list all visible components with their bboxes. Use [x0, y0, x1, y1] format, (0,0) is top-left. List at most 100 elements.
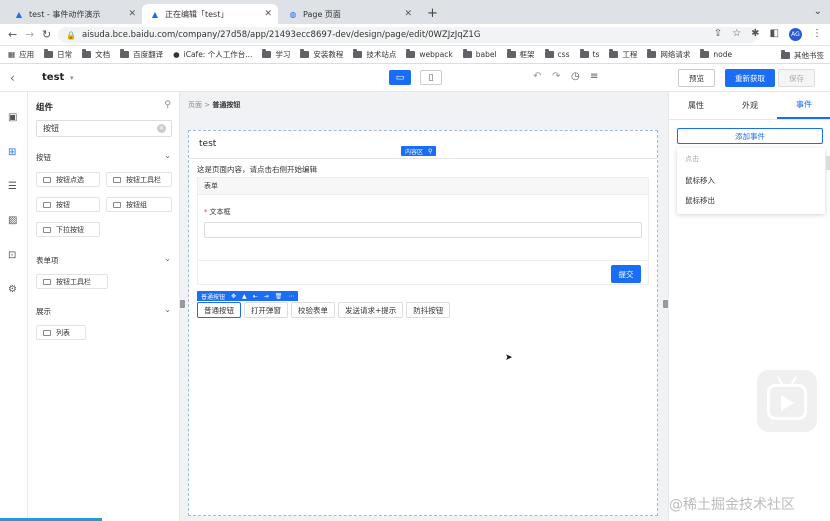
- share-icon[interactable]: ⇪: [714, 28, 722, 41]
- browser-tab-3[interactable]: ◍ Page 页面 ✕: [280, 4, 418, 24]
- scrollbar[interactable]: [826, 156, 830, 170]
- close-icon[interactable]: ✕: [264, 9, 272, 19]
- close-icon[interactable]: ✕: [404, 9, 412, 19]
- insert-before-icon[interactable]: ⇤: [253, 293, 258, 300]
- outline-icon[interactable]: ☰: [8, 181, 17, 192]
- component-item[interactable]: 列表: [36, 325, 86, 340]
- chevron-down-icon[interactable]: ⌄: [164, 151, 171, 160]
- menu-icon[interactable]: ≡: [590, 71, 598, 82]
- tab-events[interactable]: 事件: [777, 92, 830, 119]
- url-text: aisuda.bce.baidu.com/company/27d58/app/2…: [81, 30, 481, 40]
- bookmark-item[interactable]: css: [544, 49, 570, 59]
- bookmark-item[interactable]: babel: [462, 49, 497, 59]
- search-input[interactable]: 按钮 ✕: [36, 120, 172, 137]
- browser-tab-2[interactable]: ▲ 正在编辑「test」 ✕: [142, 4, 278, 24]
- bookmark-item[interactable]: 网络请求: [647, 49, 690, 60]
- dropdown-item-click[interactable]: 点击: [685, 154, 699, 164]
- history-icon[interactable]: ◷: [571, 71, 580, 82]
- dropdown-item-mouseenter[interactable]: 鼠标移入: [685, 175, 715, 186]
- refetch-button[interactable]: 重新获取: [725, 69, 775, 87]
- form[interactable]: 表单 * 文本框: [197, 177, 649, 285]
- extensions-icon[interactable]: ✱: [751, 28, 759, 41]
- mobile-view-button[interactable]: ▯: [420, 70, 442, 85]
- insert-after-icon[interactable]: ⇥: [264, 293, 269, 300]
- debounce-button[interactable]: 防抖按钮: [406, 302, 451, 318]
- dropdown-item-mouseleave[interactable]: 鼠标移出: [685, 195, 715, 206]
- menu-icon[interactable]: ⋮: [812, 28, 822, 41]
- browser-tab-1[interactable]: ▲ test - 事件动作演示 ✕: [6, 4, 142, 24]
- component-item[interactable]: 按钮组: [106, 197, 172, 212]
- settings-icon[interactable]: ⚙: [8, 284, 17, 295]
- save-button[interactable]: 保存: [778, 69, 815, 87]
- bookmark-item[interactable]: 百度翻译: [120, 49, 163, 60]
- page-content-text[interactable]: 这是页面内容，请点击右侧开始编辑: [197, 164, 317, 175]
- add-event-button[interactable]: 添加事件: [677, 128, 823, 144]
- tab-appearance[interactable]: 外观: [723, 92, 777, 119]
- desktop-view-button[interactable]: ▭: [389, 70, 411, 85]
- bookmark-item[interactable]: webpack: [406, 49, 453, 59]
- image-icon[interactable]: ▨: [8, 215, 17, 226]
- validate-form-button[interactable]: 校验表单: [291, 302, 335, 318]
- chevron-left-icon[interactable]: ‹: [10, 71, 15, 85]
- code-icon[interactable]: ⊡: [8, 250, 16, 261]
- redo-icon[interactable]: ↷: [552, 71, 560, 82]
- send-request-button[interactable]: 发送请求+提示: [338, 302, 404, 318]
- component-icon: [43, 201, 51, 208]
- chevron-down-icon[interactable]: ⌄: [164, 305, 171, 314]
- new-tab-icon[interactable]: +: [427, 6, 438, 21]
- more-icon[interactable]: ⋯: [288, 293, 294, 300]
- open-dialog-button[interactable]: 打开弹窗: [244, 302, 288, 318]
- component-item[interactable]: 按钮: [36, 197, 100, 212]
- reload-icon[interactable]: ↻: [42, 28, 51, 41]
- clear-icon[interactable]: ✕: [157, 124, 166, 133]
- bookmark-item[interactable]: node: [700, 49, 732, 59]
- component-item[interactable]: 按钮工具栏: [36, 274, 108, 289]
- resize-handle[interactable]: [180, 300, 185, 308]
- bookmark-item[interactable]: 技术站点: [353, 49, 396, 60]
- page-icon[interactable]: ▣: [8, 112, 17, 123]
- tab-properties[interactable]: 属性: [669, 92, 723, 119]
- pin-icon[interactable]: ⚲: [164, 100, 171, 110]
- bookmark-item[interactable]: 日常: [44, 49, 72, 60]
- move-icon[interactable]: ✥: [231, 293, 236, 300]
- components-icon[interactable]: ⊞: [8, 147, 16, 158]
- undo-icon[interactable]: ↶: [533, 71, 541, 82]
- submit-button[interactable]: 提交: [611, 265, 641, 283]
- preview-button[interactable]: 预览: [678, 69, 715, 87]
- folder-icon: [579, 49, 589, 58]
- bookmark-item[interactable]: 安装教程: [300, 49, 343, 60]
- bookmark-item[interactable]: ts: [579, 49, 599, 59]
- page-preview[interactable]: test 内容区 ⚲ 这是页面内容，请点击右侧开始编辑 表单 * 文本框 提交 普通…: [188, 130, 658, 516]
- bookmark-item[interactable]: 学习: [262, 49, 290, 60]
- bookmark-item[interactable]: ▦ 应用: [8, 49, 34, 60]
- breadcrumb-root[interactable]: 页面: [188, 101, 202, 109]
- sidebar-icon[interactable]: ◧: [770, 28, 779, 41]
- other-bookmarks[interactable]: 其他书签: [781, 50, 824, 61]
- chevron-down-icon[interactable]: ⌄: [814, 6, 822, 17]
- avatar[interactable]: AG: [789, 28, 802, 41]
- breadcrumb-current: 普通按钮: [212, 101, 241, 109]
- component-item[interactable]: 下拉按钮: [36, 222, 100, 237]
- bookmark-item[interactable]: 工程: [609, 49, 637, 60]
- bookmark-item[interactable]: ● iCafe: 个人工作台...: [173, 49, 252, 60]
- content-region-tag[interactable]: 内容区 ⚲: [401, 146, 437, 156]
- url-input[interactable]: 🔒 aisuda.bce.baidu.com/company/27d58/app…: [58, 27, 758, 43]
- delete-icon[interactable]: 🗑: [275, 293, 283, 300]
- chevron-down-icon[interactable]: ⌄: [164, 254, 171, 263]
- apps-icon: ▦: [8, 50, 16, 59]
- back-icon[interactable]: ←: [8, 28, 17, 41]
- chevron-down-icon[interactable]: ▾: [70, 74, 74, 82]
- preview-page-title[interactable]: test: [199, 139, 216, 149]
- star-icon[interactable]: ☆: [732, 28, 741, 41]
- forward-icon[interactable]: →: [25, 28, 34, 41]
- lock-icon[interactable]: ▲: [242, 293, 247, 300]
- text-field[interactable]: [204, 222, 642, 238]
- bookmark-item[interactable]: 文档: [82, 49, 110, 60]
- folder-icon: [647, 49, 657, 58]
- component-item[interactable]: 按钮工具栏: [106, 172, 172, 187]
- bookmark-item[interactable]: 框架: [506, 49, 535, 60]
- component-item[interactable]: 按钮点选: [36, 172, 100, 187]
- page-title[interactable]: test: [42, 72, 64, 83]
- normal-button[interactable]: 普通按钮: [197, 302, 241, 318]
- close-icon[interactable]: ✕: [128, 9, 136, 19]
